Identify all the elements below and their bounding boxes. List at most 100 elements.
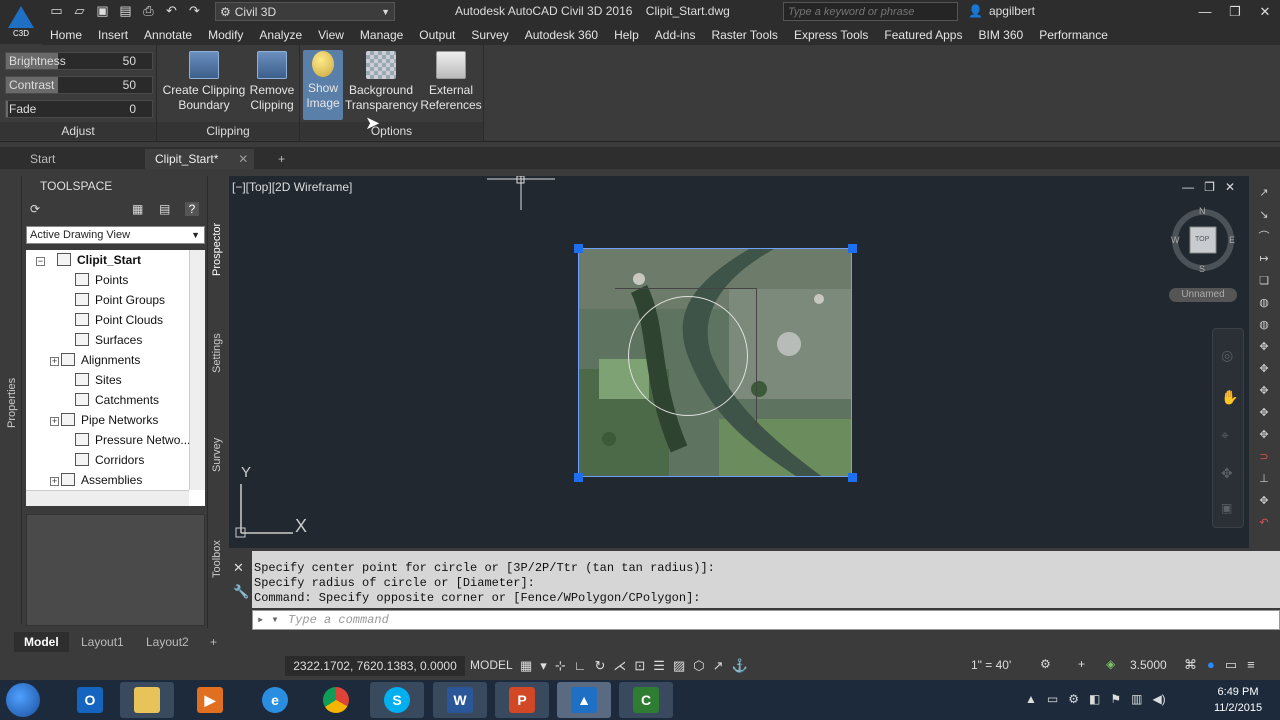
drawing-canvas[interactable]: [−][Top][2D Wireframe] — ❐ ✕ TOP N S W E… [229,176,1249,548]
snap-icon[interactable]: ✥ [1257,384,1271,398]
settings-tab[interactable]: Settings [211,333,223,373]
toolbox-tab[interactable]: Toolbox [211,540,223,578]
new-file-icon[interactable]: ▭ [48,3,65,19]
pan-icon[interactable]: ✋ [1221,389,1238,406]
chrome-taskbar-button[interactable] [309,682,363,718]
tree-item[interactable]: Point Clouds [36,310,163,330]
tree-item[interactable]: + Alignments [36,350,140,370]
customize-icon[interactable]: ≡ [1247,657,1255,673]
showmotion-icon[interactable]: ▣ [1221,501,1232,515]
tree-root[interactable]: − Clipit_Start [36,250,141,270]
explorer-taskbar-button[interactable] [120,682,174,718]
transparency-icon[interactable]: ▨ [673,658,685,674]
tab-autodesk-360[interactable]: Autodesk 360 [517,28,606,42]
coordinates-readout[interactable]: 2322.1702, 7620.1383, 0.0000 [285,656,465,676]
help-icon[interactable]: ? [185,202,199,216]
corner-grip[interactable] [848,473,857,482]
skype-taskbar-button[interactable]: S [370,682,424,718]
tree-item[interactable]: Corridors [36,450,144,470]
arc-icon[interactable]: ⌒ [1257,230,1271,244]
tree-item[interactable]: Sites [36,370,122,390]
prospector-tab[interactable]: Prospector [211,223,223,276]
model-tab[interactable]: Model [14,632,69,652]
dynamic-ucs-icon[interactable]: ↗ [713,658,724,674]
tree-horizontal-scrollbar[interactable] [26,490,189,506]
tab-annotate[interactable]: Annotate [136,28,200,42]
layers-icon[interactable]: ◈ [1106,657,1115,671]
tab-bim-360[interactable]: BIM 360 [970,28,1031,42]
save-as-icon[interactable]: ▤ [117,3,134,19]
clean-screen-icon[interactable]: ▭ [1225,657,1237,673]
tab-view[interactable]: View [310,28,352,42]
model-space-button[interactable]: MODEL [470,658,513,672]
application-menu-button[interactable]: C3D [0,0,42,44]
expand-icon[interactable]: + [50,417,59,426]
tab-help[interactable]: Help [606,28,647,42]
lineweight-icon[interactable]: ☰ [653,658,665,674]
viewport-controls-label[interactable]: [−][Top][2D Wireframe] [232,180,352,194]
brightness-slider[interactable]: Brightness 50 [5,52,153,70]
toggle-tree-icon[interactable]: ▦ [132,202,143,216]
redo-icon[interactable]: ↷ [186,3,203,19]
word-taskbar-button[interactable]: W [433,682,487,718]
system-clock[interactable]: 6:49 PM 11/2/2015 [1200,684,1276,716]
minimize-icon[interactable]: — [1182,180,1194,194]
tab-analyze[interactable]: Analyze [251,28,310,42]
print-icon[interactable]: ⎙ [140,3,157,19]
tree-item[interactable]: Surfaces [36,330,142,350]
snap-icon[interactable]: ✥ [1257,406,1271,420]
open-folder-icon[interactable]: ▱ [71,3,88,19]
navigation-bar[interactable]: ◎ ✋ ⌖ ✥ ▣ [1212,328,1244,528]
tab-modify[interactable]: Modify [200,28,251,42]
properties-tab[interactable]: Properties [6,378,18,428]
tab-add-ins[interactable]: Add-ins [647,28,704,42]
tree-item[interactable]: + Pipe Networks [36,410,158,430]
lineweight-value[interactable]: 3.5000 [1130,658,1167,672]
snap-icon[interactable]: ✥ [1257,340,1271,354]
expand-icon[interactable]: + [50,357,59,366]
fade-slider[interactable]: Fade 0 [5,100,153,118]
view-select[interactable]: Active Drawing View ▼ [26,226,205,244]
network-icon[interactable]: ▥ [1131,692,1142,706]
tab-home[interactable]: Home [42,28,90,42]
close-icon[interactable]: ✕ [1250,0,1280,24]
grid-icon[interactable]: ▦ [520,658,532,674]
ortho-icon[interactable]: ∟ [574,658,587,674]
tangent-icon[interactable]: ⊃ [1257,450,1271,464]
expand-icon[interactable]: + [50,477,59,486]
snap-icon[interactable]: ✥ [1257,428,1271,442]
tree-item[interactable]: Pressure Netwo... [36,430,190,450]
show-image-button[interactable]: Show Image [303,50,343,120]
plus-icon[interactable]: + [1078,657,1085,671]
infer-icon[interactable]: ⊹ [555,658,566,674]
draw-line-icon[interactable]: ↗ [1257,186,1271,200]
globe-icon[interactable]: ◍ [1257,318,1271,332]
civil3d-taskbar-button[interactable]: ▲ [557,682,611,718]
ie-taskbar-button[interactable]: e [248,682,302,718]
snap-icon[interactable]: ✥ [1257,494,1271,508]
snap-icon[interactable]: ✥ [1257,362,1271,376]
properties-palette-strip[interactable]: Properties [0,176,22,624]
selection-cycle-icon[interactable]: ⬡ [693,658,704,674]
corner-grip[interactable] [848,244,857,253]
object-snap-icon[interactable]: ⊡ [634,658,645,674]
tray-icon[interactable]: ▭ [1047,692,1058,706]
isolate-icon[interactable]: ⌘ [1184,657,1197,673]
tab-output[interactable]: Output [411,28,463,42]
corner-grip[interactable] [574,473,583,482]
perpendicular-icon[interactable]: ⊥ [1257,472,1271,486]
tree-item[interactable]: Points [36,270,128,290]
tray-icon[interactable]: ⚙ [1068,692,1079,706]
polyline-icon[interactable]: ↘ [1257,208,1271,222]
powerpoint-taskbar-button[interactable]: P [495,682,549,718]
hardware-acceleration-icon[interactable]: ● [1207,657,1215,673]
polar-icon[interactable]: ↻ [594,658,605,674]
tab-survey[interactable]: Survey [463,28,516,42]
gear-icon[interactable]: ⚙ [1040,657,1051,671]
contrast-slider[interactable]: Contrast 50 [5,76,153,94]
tab-featured-apps[interactable]: Featured Apps [876,28,970,42]
new-tab-button[interactable]: + [248,149,285,169]
copy-icon[interactable]: ❏ [1257,274,1271,288]
undo-icon[interactable]: ↶ [163,3,180,19]
orbit-icon[interactable]: ✥ [1221,465,1233,482]
